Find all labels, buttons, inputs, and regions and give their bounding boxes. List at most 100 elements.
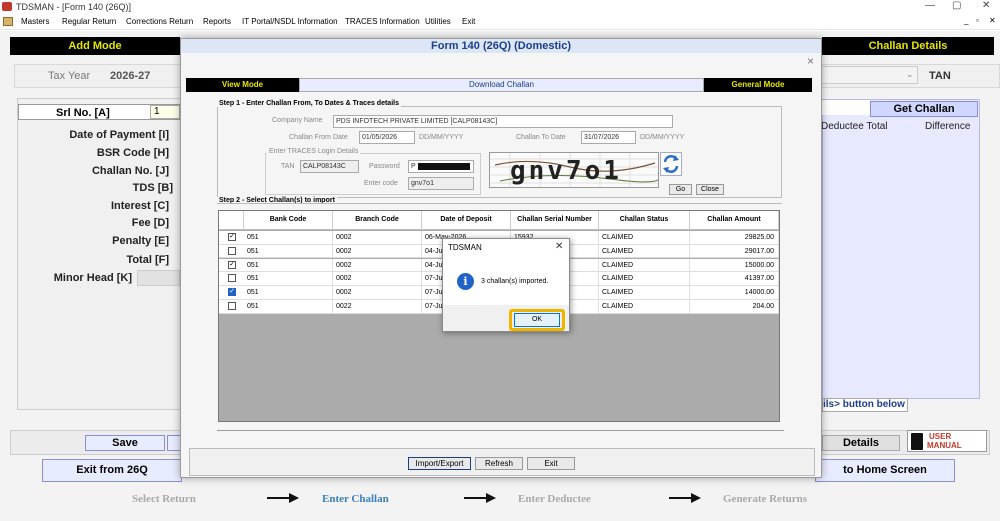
col-challan-amount[interactable]: Challan Amount	[690, 211, 779, 230]
user-manual-line-1: USER	[929, 432, 952, 441]
window-title: TDSMAN - [Form 140 (26Q)]	[16, 2, 132, 12]
go-button[interactable]: Go	[669, 184, 692, 195]
challan-details-bar: Challan Details	[822, 37, 994, 55]
minor-head-select[interactable]	[137, 270, 180, 286]
total-label: Total [F]	[126, 254, 169, 266]
exit-button[interactable]: Exit	[527, 457, 575, 470]
cell-amount: 14000.00	[690, 286, 779, 300]
cell-amount: 41397.00	[690, 272, 779, 286]
user-manual-button[interactable]: USER MANUAL	[907, 430, 987, 452]
save-button[interactable]: Save	[85, 435, 165, 451]
col-challan-status[interactable]: Challan Status	[599, 211, 690, 230]
col-challan-serial[interactable]: Challan Serial Number	[511, 211, 599, 230]
col-date-of-deposit[interactable]: Date of Deposit	[422, 211, 511, 230]
close-button[interactable]: Close	[696, 184, 724, 195]
col-bank-code[interactable]: Bank Code	[244, 211, 333, 230]
cell-amount: 15000.00	[690, 258, 779, 272]
row-checkbox[interactable]: ✓	[228, 288, 236, 297]
password-label: Password	[369, 163, 400, 170]
minimize-icon[interactable]: —	[925, 0, 935, 11]
dialog-message: 3 challan(s) imported.	[481, 278, 549, 285]
to-home-screen-button[interactable]: to Home Screen	[815, 459, 955, 482]
cell-bank-code: 051	[244, 300, 333, 313]
cell-amount: 29825.00	[690, 231, 779, 244]
menu-exit[interactable]: Exit	[462, 17, 475, 26]
menu-reports[interactable]: Reports	[203, 17, 231, 26]
row-checkbox[interactable]	[228, 274, 236, 283]
cell-bank-code: 051	[244, 231, 333, 244]
cell-bank-code: 051	[244, 244, 333, 258]
exit-from-26q-button[interactable]: Exit from 26Q	[42, 459, 182, 482]
dialog-title: TDSMAN	[448, 243, 482, 252]
row-checkbox[interactable]: ✓	[228, 233, 236, 241]
mdi-restore-icon[interactable]: ▫	[976, 16, 979, 25]
col-branch-code[interactable]: Branch Code	[333, 211, 422, 230]
row-checkbox[interactable]	[228, 302, 236, 310]
fee-label: Fee [D]	[131, 217, 169, 229]
tax-year-label: Tax Year	[48, 70, 91, 82]
ok-button[interactable]: OK	[514, 313, 560, 327]
cell-status: CLAIMED	[599, 258, 690, 272]
step-enter-deductee: Enter Deductee	[518, 493, 591, 505]
challan-to-label: Challan To Date	[516, 134, 566, 141]
import-export-button[interactable]: Import/Export	[408, 457, 471, 470]
cell-branch-code: 0002	[333, 272, 422, 286]
challan-to-input[interactable]: 31/07/2026	[581, 131, 636, 144]
minor-head-label: Minor Head [K]	[53, 272, 132, 284]
bottom-divider	[217, 430, 784, 431]
cell-branch-code: 0002	[333, 286, 422, 300]
step-generate-returns: Generate Returns	[723, 493, 808, 505]
tds-label: TDS [B]	[132, 182, 173, 194]
modal-title: Form 140 (26Q) (Domestic)	[181, 39, 821, 53]
enter-code-label: Enter code	[364, 180, 398, 187]
password-input[interactable]: P	[408, 160, 474, 173]
difference-header: Difference	[925, 121, 971, 132]
get-challan-button[interactable]: Get Challan	[870, 101, 978, 117]
menu-utilities[interactable]: Utilities	[425, 17, 451, 26]
modal-close-icon[interactable]: ×	[807, 54, 814, 68]
mdi-close-icon[interactable]: ✕	[989, 16, 996, 25]
next-button-partial[interactable]	[167, 435, 181, 451]
chevron-down-icon[interactable]: ⌄	[906, 69, 914, 80]
cell-status: CLAIMED	[599, 244, 690, 258]
challan-no-label: Challan No. [J]	[91, 165, 169, 177]
refresh-captcha-icon[interactable]	[660, 152, 682, 176]
import-result-dialog: TDSMAN ✕ i 3 challan(s) imported. OK	[442, 238, 570, 332]
user-manual-line-2: MANUAL	[927, 441, 962, 450]
row-checkbox[interactable]	[228, 246, 236, 255]
menu-traces-information[interactable]: TRACES Information	[345, 17, 420, 26]
company-name-input[interactable]: PDS INFOTECH PRIVATE LIMITED [CALP08143C…	[333, 115, 673, 128]
cell-bank-code: 051	[244, 286, 333, 300]
step-select-return: Select Return	[132, 493, 196, 505]
date-of-payment-label: Date of Payment [I]	[69, 129, 169, 141]
cell-bank-code: 051	[244, 258, 333, 272]
close-icon[interactable]: ✕	[982, 0, 990, 11]
tan-select[interactable]	[820, 66, 918, 84]
tax-year-value[interactable]: 2026-27	[110, 70, 150, 82]
info-icon: i	[457, 273, 474, 290]
tan-label: TAN	[929, 70, 951, 82]
menu-masters[interactable]: Masters	[21, 17, 49, 26]
refresh-button[interactable]: Refresh	[475, 457, 523, 470]
maximize-icon[interactable]: ▢	[952, 0, 961, 11]
button-below-hint: ils> button below	[822, 398, 908, 412]
challan-from-input[interactable]: 01/05/2026	[359, 131, 415, 144]
mdi-minimize-icon[interactable]: _	[964, 16, 968, 25]
details-button[interactable]: Details	[822, 435, 900, 451]
date-format-hint: DD/MM/YYYY	[419, 134, 464, 141]
dialog-close-icon[interactable]: ✕	[555, 241, 563, 252]
arrow-right-icon	[464, 493, 496, 503]
menu-corrections-return[interactable]: Corrections Return	[126, 17, 193, 26]
cell-amount: 204.00	[690, 300, 779, 313]
menu-it-portal[interactable]: IT Portal/NSDL Information	[242, 17, 338, 26]
enter-code-input[interactable]: gnv7o1	[408, 177, 474, 190]
cell-bank-code: 051	[244, 272, 333, 286]
srl-no-input[interactable]: 1	[150, 105, 180, 119]
row-checkbox[interactable]: ✓	[228, 260, 236, 269]
tan-input[interactable]: CALP08143C	[300, 160, 359, 173]
menu-regular-return[interactable]: Regular Return	[62, 17, 116, 26]
penalty-label: Penalty [E]	[112, 235, 169, 247]
interest-label: Interest [C]	[110, 200, 169, 212]
challan-from-label: Challan From Date	[289, 134, 348, 141]
general-mode-bar: General Mode	[704, 78, 812, 92]
